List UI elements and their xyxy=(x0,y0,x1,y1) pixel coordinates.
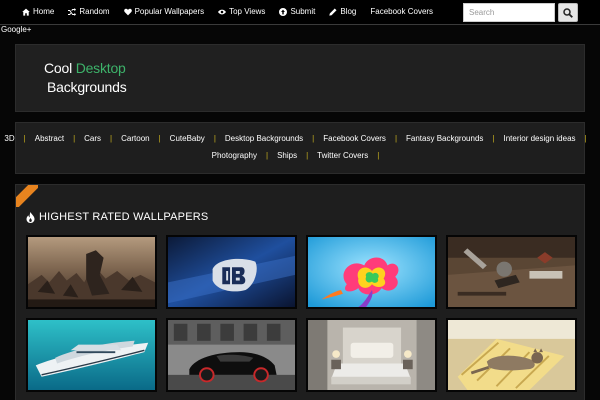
category-link-abstract[interactable]: Abstract xyxy=(35,134,64,143)
nav-popular-label: Popular Wallpapers xyxy=(134,7,205,16)
wallpaper-thumb-bedroom-interior[interactable] xyxy=(306,318,437,392)
nav-home-link[interactable]: Home xyxy=(22,7,54,16)
nav-blog-label: Blog xyxy=(340,7,357,16)
nav-popular-link[interactable]: Popular Wallpapers xyxy=(123,7,205,16)
category-row-2: Photography | Ships | Twitter Covers | xyxy=(16,151,584,160)
heart-icon xyxy=(123,8,132,15)
thumb-image xyxy=(448,237,575,307)
category-link-twitter-covers[interactable]: Twitter Covers xyxy=(317,151,368,160)
wallpaper-thumb-fantasy-warriors[interactable] xyxy=(26,235,157,309)
category-separator: | xyxy=(394,134,398,143)
nav-facebook-covers-link[interactable]: Facebook Covers xyxy=(370,7,433,16)
logo-word-cool: Cool xyxy=(44,60,76,76)
search-icon xyxy=(563,7,573,18)
category-link-photography[interactable]: Photography xyxy=(212,151,257,160)
thumb-image xyxy=(308,320,435,390)
site-header: Cool Desktop Backgrounds xyxy=(15,44,585,112)
category-separator: | xyxy=(213,134,216,143)
nav-home-label: Home xyxy=(33,7,55,16)
section-title: HIGHEST RATED WALLPAPERS xyxy=(39,211,209,223)
category-link-cutebaby[interactable]: CuteBaby xyxy=(170,134,205,143)
category-separator: | xyxy=(23,134,26,143)
nav-blog-link[interactable]: Blog xyxy=(329,7,356,16)
upload-icon xyxy=(279,7,288,16)
nav-submit-link[interactable]: Submit xyxy=(279,7,315,16)
wallpaper-thumb-bugatti-logo[interactable] xyxy=(166,235,297,309)
category-separator: | xyxy=(584,134,587,143)
category-menu: 3D | Abstract | Cars | Cartoon | CuteBaby | Deskto… xyxy=(4,122,587,174)
nav-submit-label: Submit xyxy=(290,7,316,16)
category-link-cartoon[interactable]: Cartoon xyxy=(121,134,149,143)
category-link-cars[interactable]: Cars xyxy=(84,134,101,143)
top-navbar: Home Random Popular Wallpapers Top Views… xyxy=(0,0,600,25)
nav-facebook-covers-label: Facebook Covers xyxy=(370,7,434,16)
category-separator: | xyxy=(306,151,309,160)
nav-topviews-label: Top Views xyxy=(229,7,266,16)
shuffle-icon xyxy=(68,7,77,16)
highest-rated-panel: HIGHEST RATED WALLPAPERS xyxy=(15,184,585,400)
pencil-icon xyxy=(329,7,337,16)
wallpaper-thumb-colorful-splash[interactable] xyxy=(306,235,437,309)
thumb-image xyxy=(168,237,295,307)
category-separator: | xyxy=(110,134,113,143)
thumb-image xyxy=(308,237,435,307)
thumb-image xyxy=(28,320,155,390)
section-heading: HIGHEST RATED WALLPAPERS xyxy=(26,211,208,223)
category-separator: | xyxy=(73,134,76,143)
category-separator: | xyxy=(377,151,380,160)
eye-icon xyxy=(218,9,227,14)
ribbon-badge xyxy=(16,185,38,207)
wallpaper-thumb-cat-on-chair[interactable] xyxy=(446,318,577,392)
category-separator: | xyxy=(312,134,315,143)
site-logo[interactable]: Cool Desktop Backgrounds xyxy=(44,59,127,97)
thumb-image xyxy=(28,237,155,307)
nav-random-label: Random xyxy=(79,7,110,16)
category-separator: | xyxy=(492,134,495,143)
category-link-3d[interactable]: 3D xyxy=(4,134,14,143)
nav-random-link[interactable]: Random xyxy=(68,7,110,16)
home-icon xyxy=(22,8,30,16)
category-separator: | xyxy=(158,134,161,143)
category-link-fantasy-backgrounds[interactable]: Fantasy Backgrounds xyxy=(406,134,483,143)
category-separator: | xyxy=(266,151,269,160)
fire-icon xyxy=(26,211,35,223)
main-nav: Home Random Popular Wallpapers Top Views… xyxy=(22,7,433,16)
corner-ribbon xyxy=(16,185,38,207)
wallpaper-thumb-black-sports-car[interactable] xyxy=(166,318,297,392)
wallpaper-thumb-workshop-desk[interactable] xyxy=(446,235,577,309)
logo-word-desktop: Desktop xyxy=(75,60,126,76)
thumb-image xyxy=(448,320,575,390)
search-input[interactable] xyxy=(463,3,555,22)
google-plus-link[interactable]: Google+ xyxy=(1,25,31,34)
search-button[interactable] xyxy=(558,3,578,22)
category-link-desktop-backgrounds[interactable]: Desktop Backgrounds xyxy=(225,134,303,143)
category-link-interior-design-ideas[interactable]: Interior design ideas xyxy=(503,134,575,143)
category-link-facebook-covers[interactable]: Facebook Covers xyxy=(323,134,386,143)
nav-topviews-link[interactable]: Top Views xyxy=(218,7,265,16)
logo-word-backgrounds: Backgrounds xyxy=(47,79,127,95)
wallpaper-thumb-yacht[interactable] xyxy=(26,318,157,392)
thumb-image xyxy=(168,320,295,390)
category-link-ships[interactable]: Ships xyxy=(277,151,297,160)
category-row-1: 3D | Abstract | Cars | Cartoon | CuteBaby | Deskto… xyxy=(4,134,587,143)
